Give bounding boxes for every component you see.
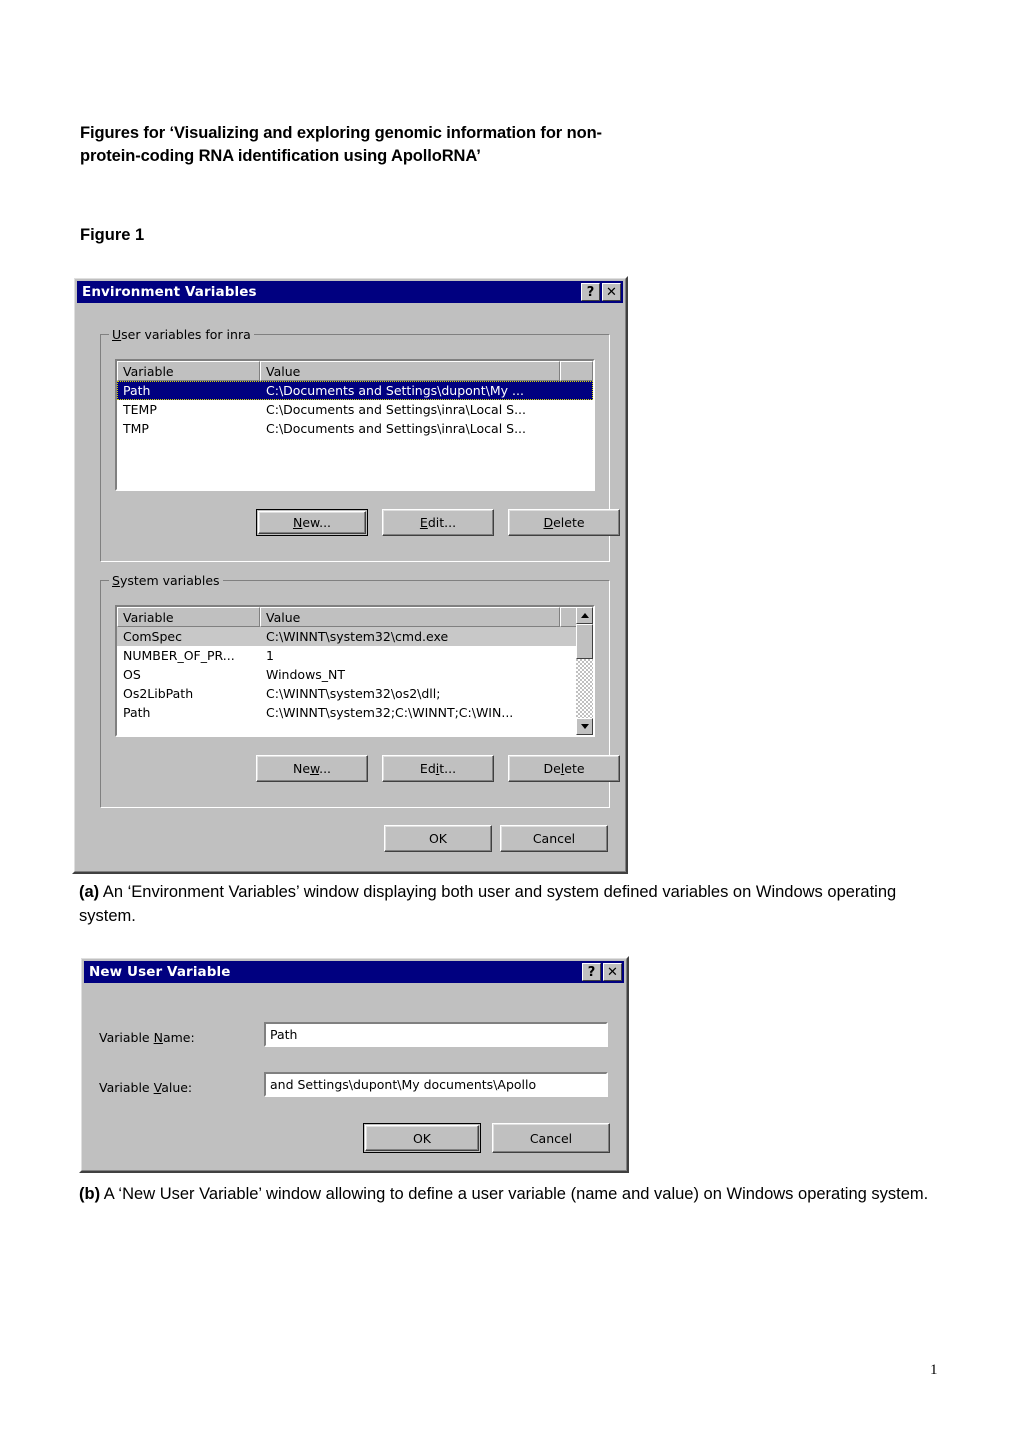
caption-b-text: A ‘New User Variable’ window allowing to…: [100, 1185, 929, 1203]
system-new-button-label: New...: [292, 761, 332, 776]
system-variables-legend-text: ystem variables: [119, 573, 220, 588]
variable-value-input[interactable]: and Settings\dupont\My documents\Apollo: [264, 1072, 608, 1097]
column-header-variable[interactable]: Variable: [117, 361, 260, 381]
user-delete-button[interactable]: Delete: [508, 509, 620, 536]
row-variable: TEMP: [123, 402, 157, 417]
row-variable: Path: [123, 705, 151, 720]
row-variable: NUMBER_OF_PR...: [123, 648, 235, 663]
page-title-line1: Figures for ‘Visualizing and exploring g…: [80, 124, 602, 142]
system-edit-button[interactable]: Edit...: [382, 755, 494, 782]
system-variables-rows: ComSpec C:\WINNT\system32\cmd.exe NUMBER…: [117, 627, 593, 722]
new-user-variable-dialog: New User Variable ? ✕ Variable Name: Pat…: [79, 956, 629, 1173]
close-icon[interactable]: ✕: [603, 963, 622, 981]
row-value: C:\Documents and Settings\inra\Local S..…: [266, 402, 526, 417]
scroll-down-arrow-icon[interactable]: [576, 718, 593, 735]
titlebar-title: Environment Variables: [82, 284, 257, 300]
table-row[interactable]: NUMBER_OF_PR... 1: [117, 646, 593, 665]
row-value: C:\WINNT\system32\os2\dll;: [266, 686, 441, 701]
cancel-button[interactable]: Cancel: [492, 1123, 610, 1153]
user-new-button-label: New...: [292, 515, 332, 530]
table-row[interactable]: TMP C:\Documents and Settings\inra\Local…: [117, 419, 593, 438]
column-header-variable[interactable]: Variable: [117, 607, 260, 627]
system-new-button[interactable]: New...: [256, 755, 368, 782]
variable-value-label: Variable Value:: [99, 1080, 193, 1095]
table-row[interactable]: Path C:\WINNT\system32;C:\WINNT;C:\WIN..…: [117, 703, 593, 722]
help-icon[interactable]: ?: [582, 963, 601, 981]
column-header-filler[interactable]: [560, 361, 593, 381]
variable-name-input[interactable]: Path: [264, 1022, 608, 1047]
column-header-value[interactable]: Value: [260, 361, 560, 381]
user-variables-legend-text: ser variables for inra: [121, 327, 251, 342]
user-variables-listview[interactable]: Variable Value Path C:\Documents and Set…: [115, 359, 595, 491]
system-variables-header: Variable Value: [117, 607, 593, 627]
row-value: C:\Documents and Settings\inra\Local S..…: [266, 421, 526, 436]
row-value: Windows_NT: [266, 667, 346, 682]
user-variables-legend-accel: U: [112, 327, 122, 342]
user-new-button[interactable]: New...: [256, 509, 368, 536]
caption-b: (b) A ‘New User Variable’ window allowin…: [79, 1182, 934, 1206]
caption-b-marker: (b): [79, 1185, 101, 1203]
titlebar-buttons: ? ✕: [582, 963, 624, 981]
system-variables-legend: System variables: [109, 573, 223, 588]
user-variables-rows: Path C:\Documents and Settings\dupont\My…: [117, 381, 593, 438]
column-header-value[interactable]: Value: [260, 607, 560, 627]
row-variable: ComSpec: [123, 629, 182, 644]
user-edit-button[interactable]: Edit...: [382, 509, 494, 536]
caption-a-marker: (a): [79, 883, 100, 901]
row-variable: Path: [123, 383, 151, 398]
ok-button-label: OK: [428, 831, 448, 846]
table-row[interactable]: OS Windows_NT: [117, 665, 593, 684]
variable-name-value: Path: [270, 1027, 298, 1042]
titlebar-buttons: ? ✕: [581, 283, 623, 301]
ok-button[interactable]: OK: [363, 1123, 481, 1153]
caption-a: (a) An ‘Environment Variables’ window di…: [79, 880, 934, 929]
system-variables-group: System variables Variable Value ComSpec …: [100, 573, 620, 808]
caption-a-text: An ‘Environment Variables’ window displa…: [79, 883, 897, 926]
ok-button[interactable]: OK: [384, 825, 492, 852]
variable-name-label: Variable Name:: [99, 1030, 195, 1045]
row-variable: Os2LibPath: [123, 686, 194, 701]
table-row[interactable]: Os2LibPath C:\WINNT\system32\os2\dll;: [117, 684, 593, 703]
system-delete-button[interactable]: Delete: [508, 755, 620, 782]
vertical-scrollbar[interactable]: [576, 607, 593, 735]
table-row[interactable]: TEMP C:\Documents and Settings\inra\Loca…: [117, 400, 593, 419]
row-value: 1: [266, 648, 274, 663]
user-edit-button-label: Edit...: [419, 515, 457, 530]
close-icon[interactable]: ✕: [602, 283, 621, 301]
page-title: Figures for ‘Visualizing and exploring g…: [80, 122, 870, 169]
user-variables-header: Variable Value: [117, 361, 593, 381]
environment-variables-dialog: Environment Variables ? ✕ User variables…: [72, 276, 628, 874]
cancel-button[interactable]: Cancel: [500, 825, 608, 852]
system-variables-legend-accel: S: [112, 573, 120, 588]
titlebar[interactable]: New User Variable ? ✕: [84, 961, 624, 983]
figure-label: Figure 1: [80, 226, 145, 244]
cancel-button-label: Cancel: [532, 831, 576, 846]
user-variables-group: User variables for inra Variable Value P…: [100, 327, 620, 562]
page-title-line2: protein-coding RNA identification using …: [80, 147, 481, 166]
help-icon[interactable]: ?: [581, 283, 600, 301]
system-variables-listview[interactable]: Variable Value ComSpec C:\WINNT\system32…: [115, 605, 595, 737]
row-value: C:\WINNT\system32\cmd.exe: [266, 629, 449, 644]
user-variables-legend: User variables for inra: [109, 327, 254, 342]
system-delete-button-label: Delete: [543, 761, 585, 776]
scrollbar-thumb[interactable]: [576, 624, 593, 659]
table-row[interactable]: ComSpec C:\WINNT\system32\cmd.exe: [117, 627, 593, 646]
scroll-up-arrow-icon[interactable]: [576, 607, 593, 624]
system-edit-button-label: Edit...: [419, 761, 457, 776]
cancel-button-label: Cancel: [529, 1130, 573, 1146]
row-variable: OS: [123, 667, 141, 682]
page-number: 1: [930, 1362, 938, 1378]
user-delete-button-label: Delete: [543, 515, 585, 530]
variable-value-value: and Settings\dupont\My documents\Apollo: [270, 1077, 537, 1092]
table-row[interactable]: Path C:\Documents and Settings\dupont\My…: [117, 381, 593, 400]
titlebar[interactable]: Environment Variables ? ✕: [77, 281, 623, 303]
titlebar-title: New User Variable: [89, 964, 231, 980]
row-value: C:\WINNT\system32;C:\WINNT;C:\WIN...: [266, 705, 514, 720]
row-value: C:\Documents and Settings\dupont\My ...: [266, 383, 524, 398]
row-variable: TMP: [123, 421, 149, 436]
ok-button-label: OK: [412, 1130, 432, 1146]
